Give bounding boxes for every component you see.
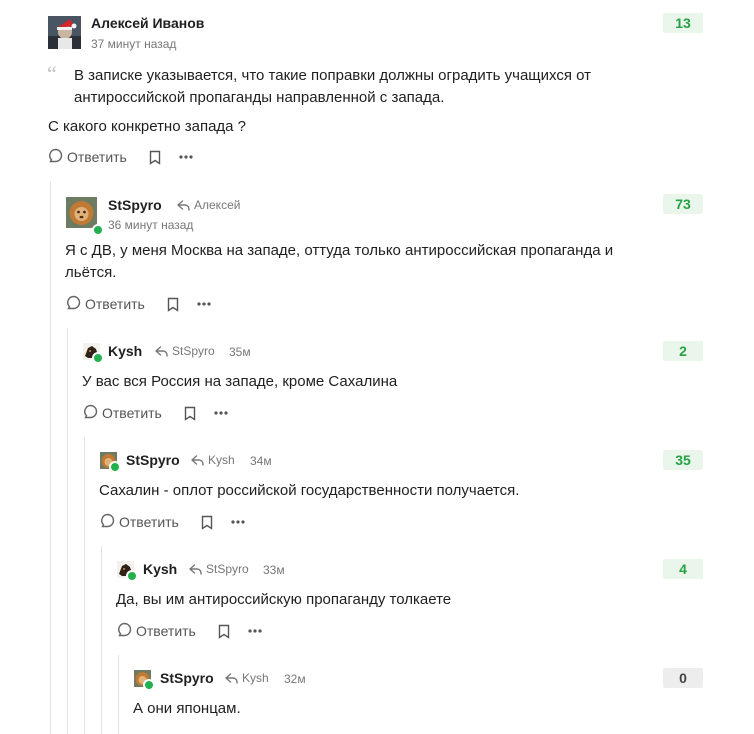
more-options-icon[interactable] — [231, 520, 245, 524]
comment-actions: Ответить — [117, 621, 262, 641]
reply-to-name: StSpyro — [206, 562, 249, 576]
reply-to-name: StSpyro — [172, 344, 215, 358]
rating-badge: 13 — [663, 13, 703, 33]
avatar[interactable] — [66, 197, 97, 228]
online-indicator — [109, 461, 121, 473]
comment-actions: Ответить — [100, 512, 245, 532]
thread-line — [84, 437, 85, 734]
comment-bubble-icon — [83, 404, 98, 422]
rating-badge: 2 — [663, 341, 703, 361]
comment-text: Сахалин - оплот российской государственн… — [99, 482, 520, 499]
comment-actions: Ответить — [48, 147, 193, 167]
comment-text: У вас вся Россия на западе, кроме Сахали… — [82, 373, 398, 390]
comment-bubble-icon — [66, 295, 81, 313]
rating-badge: 73 — [663, 194, 703, 214]
reply-button[interactable]: Ответить — [48, 148, 127, 166]
timestamp[interactable]: 33м — [263, 563, 285, 577]
author-name[interactable]: StSpyro — [108, 197, 162, 213]
more-options-icon[interactable] — [197, 302, 211, 306]
quote-text: В записке указывается, что такие поправк… — [74, 67, 592, 106]
reply-button[interactable]: Ответить — [83, 404, 162, 422]
comment-text: Я с ДВ, у меня Москва на западе, оттуда … — [65, 242, 614, 281]
reply-to[interactable]: Kysh — [191, 453, 235, 467]
reply-label: Ответить — [136, 623, 196, 639]
author-name[interactable]: Kysh — [143, 561, 177, 577]
reply-to-name: Kysh — [242, 671, 269, 685]
reply-label: Ответить — [67, 149, 127, 165]
reply-arrow-icon — [177, 199, 190, 211]
reply-label: Ответить — [102, 405, 162, 421]
comment-text: Да, вы им антироссийскую пропаганду толк… — [116, 591, 452, 608]
reply-button[interactable]: Ответить — [100, 513, 179, 531]
comment-actions: Ответить — [83, 403, 228, 423]
comment-actions: Ответить — [66, 294, 211, 314]
rating-badge: 4 — [663, 559, 703, 579]
timestamp[interactable]: 32м — [284, 672, 306, 686]
thread-line — [50, 182, 51, 734]
thread-line — [67, 328, 68, 734]
timestamp[interactable]: 36 минут назад — [108, 218, 193, 232]
rating-badge: 0 — [663, 668, 703, 688]
author-name[interactable]: StSpyro — [126, 452, 180, 468]
reply-to[interactable]: Алексей — [177, 198, 240, 212]
reply-to-name: Алексей — [194, 198, 241, 212]
online-indicator — [126, 570, 138, 582]
reply-to[interactable]: StSpyro — [189, 562, 249, 576]
bookmark-icon[interactable] — [149, 150, 161, 165]
rating-badge: 35 — [663, 450, 703, 470]
bookmark-icon[interactable] — [218, 624, 230, 639]
reply-button[interactable]: Ответить — [117, 622, 196, 640]
bookmark-icon[interactable] — [184, 406, 196, 421]
reply-to[interactable]: StSpyro — [155, 344, 215, 358]
more-options-icon[interactable] — [214, 411, 228, 415]
timestamp[interactable]: 37 минут назад — [91, 37, 176, 51]
comment-text: С какого конкретно запада ? — [48, 118, 247, 135]
reply-arrow-icon — [155, 345, 168, 357]
author-name[interactable]: Алексей Иванов — [91, 15, 204, 31]
reply-label: Ответить — [85, 296, 145, 312]
online-indicator — [92, 352, 104, 364]
reply-button[interactable]: Ответить — [66, 295, 145, 313]
thread-line — [101, 546, 102, 734]
avatar[interactable] — [48, 16, 81, 49]
timestamp[interactable]: 34м — [250, 454, 272, 468]
online-indicator — [92, 224, 104, 236]
online-indicator — [143, 679, 155, 691]
more-options-icon[interactable] — [248, 629, 262, 633]
reply-to[interactable]: Kysh — [225, 671, 269, 685]
author-name[interactable]: StSpyro — [160, 670, 214, 686]
bookmark-icon[interactable] — [201, 515, 213, 530]
bookmark-icon[interactable] — [167, 297, 179, 312]
comment-bubble-icon — [48, 148, 63, 166]
thread-line — [118, 655, 119, 734]
comment-text: А они японцам. — [133, 700, 241, 717]
quote-icon: “ — [47, 61, 57, 86]
comment-bubble-icon — [117, 622, 132, 640]
reply-arrow-icon — [225, 672, 238, 684]
reply-to-name: Kysh — [208, 453, 235, 467]
reply-label: Ответить — [119, 514, 179, 530]
reply-arrow-icon — [191, 454, 204, 466]
more-options-icon[interactable] — [179, 155, 193, 159]
reply-arrow-icon — [189, 563, 202, 575]
author-name[interactable]: Kysh — [108, 343, 142, 359]
timestamp[interactable]: 35м — [229, 345, 251, 359]
comment-bubble-icon — [100, 513, 115, 531]
